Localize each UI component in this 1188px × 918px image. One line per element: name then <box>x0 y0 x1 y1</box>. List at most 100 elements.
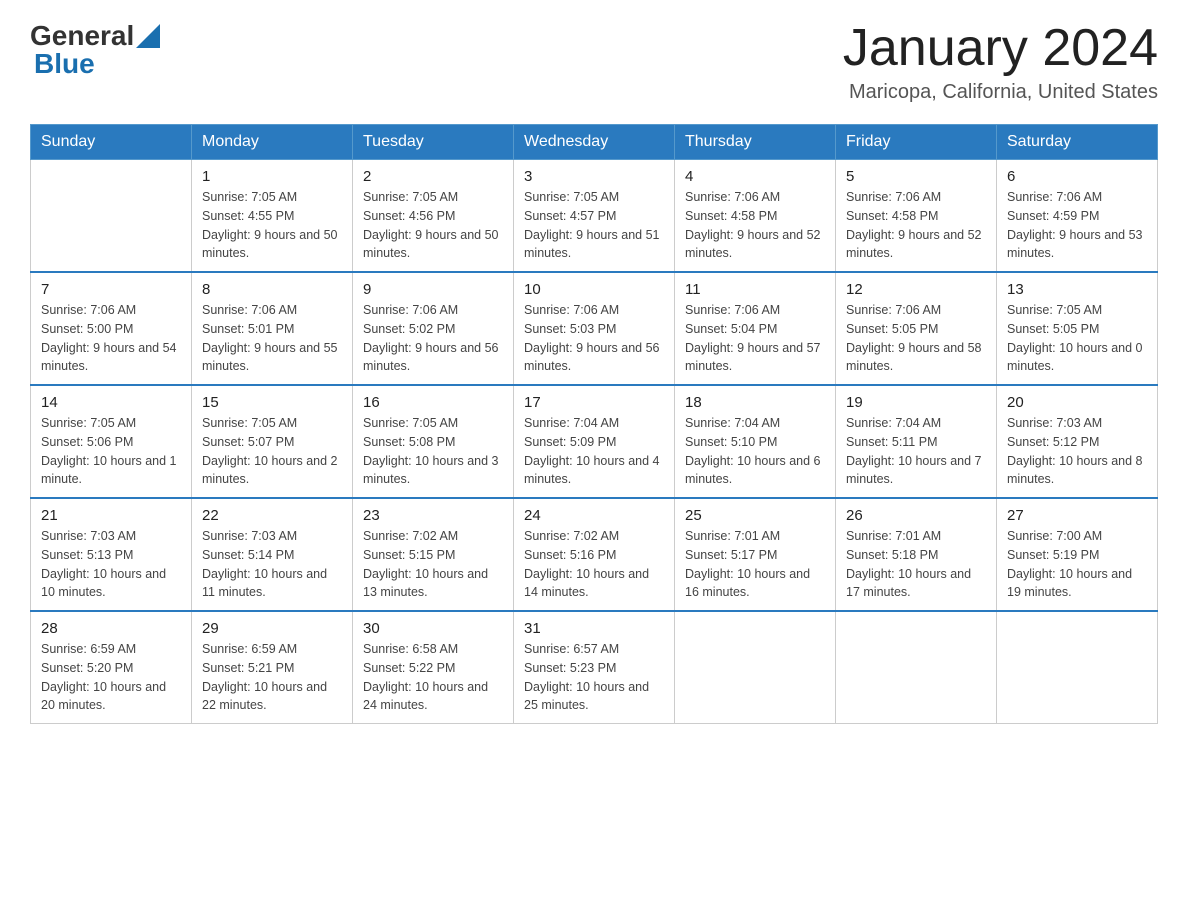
day-number: 2 <box>363 168 503 185</box>
calendar-cell-1-5: 4 Sunrise: 7:06 AMSunset: 4:58 PMDaylight… <box>675 160 836 273</box>
col-tuesday: Tuesday <box>353 125 514 160</box>
calendar-cell-3-5: 18 Sunrise: 7:04 AMSunset: 5:10 PMDayligh… <box>675 385 836 498</box>
calendar-cell-5-7 <box>997 611 1158 724</box>
day-number: 28 <box>41 620 181 637</box>
calendar-cell-4-4: 24 Sunrise: 7:02 AMSunset: 5:16 PMDayligh… <box>514 498 675 611</box>
day-info: Sunrise: 7:01 AMSunset: 5:18 PMDaylight:… <box>846 527 986 602</box>
col-wednesday: Wednesday <box>514 125 675 160</box>
day-info: Sunrise: 7:02 AMSunset: 5:16 PMDaylight:… <box>524 527 664 602</box>
day-info: Sunrise: 7:05 AMSunset: 4:56 PMDaylight:… <box>363 188 503 263</box>
day-number: 29 <box>202 620 342 637</box>
day-info: Sunrise: 7:06 AMSunset: 5:00 PMDaylight:… <box>41 301 181 376</box>
calendar-cell-4-7: 27 Sunrise: 7:00 AMSunset: 5:19 PMDayligh… <box>997 498 1158 611</box>
calendar-cell-4-2: 22 Sunrise: 7:03 AMSunset: 5:14 PMDayligh… <box>192 498 353 611</box>
day-number: 15 <box>202 394 342 411</box>
day-number: 4 <box>685 168 825 185</box>
day-number: 26 <box>846 507 986 524</box>
day-info: Sunrise: 7:06 AMSunset: 5:05 PMDaylight:… <box>846 301 986 376</box>
calendar-cell-3-1: 14 Sunrise: 7:05 AMSunset: 5:06 PMDayligh… <box>31 385 192 498</box>
day-number: 25 <box>685 507 825 524</box>
day-number: 13 <box>1007 281 1147 298</box>
day-info: Sunrise: 6:58 AMSunset: 5:22 PMDaylight:… <box>363 640 503 715</box>
day-info: Sunrise: 7:02 AMSunset: 5:15 PMDaylight:… <box>363 527 503 602</box>
day-number: 18 <box>685 394 825 411</box>
calendar-cell-4-3: 23 Sunrise: 7:02 AMSunset: 5:15 PMDayligh… <box>353 498 514 611</box>
day-info: Sunrise: 7:04 AMSunset: 5:10 PMDaylight:… <box>685 414 825 489</box>
calendar-cell-1-7: 6 Sunrise: 7:06 AMSunset: 4:59 PMDaylight… <box>997 160 1158 273</box>
day-info: Sunrise: 7:03 AMSunset: 5:12 PMDaylight:… <box>1007 414 1147 489</box>
day-number: 1 <box>202 168 342 185</box>
day-number: 10 <box>524 281 664 298</box>
logo-triangle-icon <box>136 24 160 48</box>
calendar-cell-1-1 <box>31 160 192 273</box>
day-info: Sunrise: 7:00 AMSunset: 5:19 PMDaylight:… <box>1007 527 1147 602</box>
day-info: Sunrise: 7:05 AMSunset: 5:05 PMDaylight:… <box>1007 301 1147 376</box>
day-number: 5 <box>846 168 986 185</box>
day-number: 6 <box>1007 168 1147 185</box>
day-number: 24 <box>524 507 664 524</box>
day-info: Sunrise: 7:06 AMSunset: 5:02 PMDaylight:… <box>363 301 503 376</box>
calendar-header-row: Sunday Monday Tuesday Wednesday Thursday… <box>31 125 1158 160</box>
calendar-table: Sunday Monday Tuesday Wednesday Thursday… <box>30 124 1158 724</box>
calendar-cell-2-6: 12 Sunrise: 7:06 AMSunset: 5:05 PMDayligh… <box>836 272 997 385</box>
calendar-cell-2-1: 7Sunrise: 7:06 AMSunset: 5:00 PMDaylight… <box>31 272 192 385</box>
day-number: 9 <box>363 281 503 298</box>
calendar-cell-3-4: 17Sunrise: 7:04 AMSunset: 5:09 PMDayligh… <box>514 385 675 498</box>
day-number: 22 <box>202 507 342 524</box>
day-number: 23 <box>363 507 503 524</box>
day-number: 31 <box>524 620 664 637</box>
calendar-cell-5-3: 30Sunrise: 6:58 AMSunset: 5:22 PMDayligh… <box>353 611 514 724</box>
calendar-title: January 2024 <box>843 20 1158 77</box>
calendar-week-row-5: 28 Sunrise: 6:59 AMSunset: 5:20 PMDayligh… <box>31 611 1158 724</box>
calendar-cell-3-7: 20 Sunrise: 7:03 AMSunset: 5:12 PMDayligh… <box>997 385 1158 498</box>
day-info: Sunrise: 7:06 AMSunset: 4:58 PMDaylight:… <box>846 188 986 263</box>
calendar-cell-5-2: 29 Sunrise: 6:59 AMSunset: 5:21 PMDayligh… <box>192 611 353 724</box>
day-info: Sunrise: 7:05 AMSunset: 5:08 PMDaylight:… <box>363 414 503 489</box>
page-header: General Blue January 2024 Maricopa, Cali… <box>30 20 1158 104</box>
day-info: Sunrise: 7:03 AMSunset: 5:13 PMDaylight:… <box>41 527 181 602</box>
day-info: Sunrise: 7:05 AMSunset: 5:06 PMDaylight:… <box>41 414 181 489</box>
calendar-cell-4-6: 26 Sunrise: 7:01 AMSunset: 5:18 PMDayligh… <box>836 498 997 611</box>
day-number: 8 <box>202 281 342 298</box>
calendar-cell-5-5 <box>675 611 836 724</box>
day-number: 16 <box>363 394 503 411</box>
day-number: 3 <box>524 168 664 185</box>
day-info: Sunrise: 7:04 AMSunset: 5:11 PMDaylight:… <box>846 414 986 489</box>
col-friday: Friday <box>836 125 997 160</box>
col-monday: Monday <box>192 125 353 160</box>
day-number: 21 <box>41 507 181 524</box>
day-number: 14 <box>41 394 181 411</box>
calendar-cell-5-1: 28 Sunrise: 6:59 AMSunset: 5:20 PMDayligh… <box>31 611 192 724</box>
day-info: Sunrise: 7:06 AMSunset: 5:01 PMDaylight:… <box>202 301 342 376</box>
day-info: Sunrise: 7:06 AMSunset: 4:59 PMDaylight:… <box>1007 188 1147 263</box>
calendar-cell-2-2: 8 Sunrise: 7:06 AMSunset: 5:01 PMDaylight… <box>192 272 353 385</box>
calendar-cell-5-4: 31 Sunrise: 6:57 AMSunset: 5:23 PMDayligh… <box>514 611 675 724</box>
calendar-cell-1-6: 5 Sunrise: 7:06 AMSunset: 4:58 PMDaylight… <box>836 160 997 273</box>
day-info: Sunrise: 6:59 AMSunset: 5:21 PMDaylight:… <box>202 640 342 715</box>
calendar-cell-3-3: 16 Sunrise: 7:05 AMSunset: 5:08 PMDayligh… <box>353 385 514 498</box>
day-info: Sunrise: 7:06 AMSunset: 5:04 PMDaylight:… <box>685 301 825 376</box>
day-number: 12 <box>846 281 986 298</box>
calendar-week-row-1: 1 Sunrise: 7:05 AMSunset: 4:55 PMDaylight… <box>31 160 1158 273</box>
calendar-week-row-4: 21 Sunrise: 7:03 AMSunset: 5:13 PMDayligh… <box>31 498 1158 611</box>
day-info: Sunrise: 6:59 AMSunset: 5:20 PMDaylight:… <box>41 640 181 715</box>
day-number: 27 <box>1007 507 1147 524</box>
day-number: 20 <box>1007 394 1147 411</box>
title-area: January 2024 Maricopa, California, Unite… <box>843 20 1158 104</box>
calendar-cell-2-3: 9 Sunrise: 7:06 AMSunset: 5:02 PMDaylight… <box>353 272 514 385</box>
day-info: Sunrise: 7:04 AMSunset: 5:09 PMDaylight:… <box>524 414 664 489</box>
calendar-cell-1-3: 2 Sunrise: 7:05 AMSunset: 4:56 PMDaylight… <box>353 160 514 273</box>
calendar-cell-4-5: 25 Sunrise: 7:01 AMSunset: 5:17 PMDayligh… <box>675 498 836 611</box>
day-info: Sunrise: 7:01 AMSunset: 5:17 PMDaylight:… <box>685 527 825 602</box>
day-info: Sunrise: 7:05 AMSunset: 4:55 PMDaylight:… <box>202 188 342 263</box>
day-info: Sunrise: 7:06 AMSunset: 4:58 PMDaylight:… <box>685 188 825 263</box>
day-info: Sunrise: 7:03 AMSunset: 5:14 PMDaylight:… <box>202 527 342 602</box>
day-info: Sunrise: 6:57 AMSunset: 5:23 PMDaylight:… <box>524 640 664 715</box>
day-number: 11 <box>685 281 825 298</box>
calendar-cell-3-2: 15 Sunrise: 7:05 AMSunset: 5:07 PMDayligh… <box>192 385 353 498</box>
col-saturday: Saturday <box>997 125 1158 160</box>
col-sunday: Sunday <box>31 125 192 160</box>
calendar-cell-2-5: 11 Sunrise: 7:06 AMSunset: 5:04 PMDayligh… <box>675 272 836 385</box>
day-info: Sunrise: 7:06 AMSunset: 5:03 PMDaylight:… <box>524 301 664 376</box>
day-info: Sunrise: 7:05 AMSunset: 5:07 PMDaylight:… <box>202 414 342 489</box>
